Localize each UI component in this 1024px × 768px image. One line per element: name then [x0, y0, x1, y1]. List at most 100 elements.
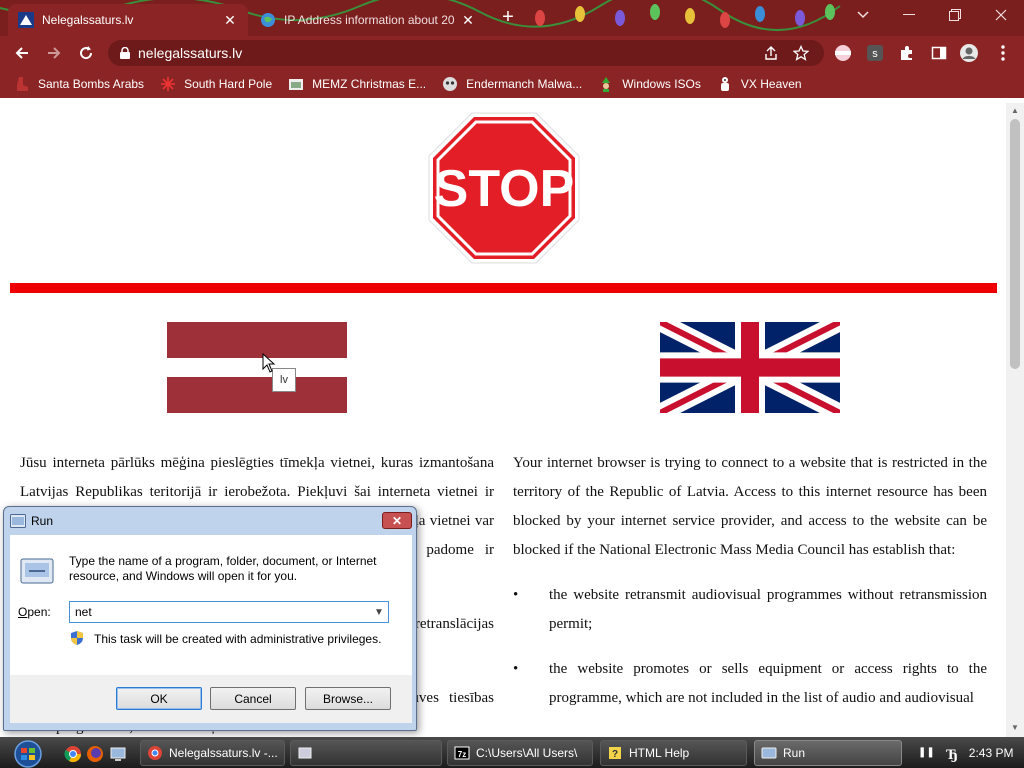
- bullet-mark: •: [513, 661, 519, 677]
- open-combobox[interactable]: net ▼: [69, 601, 389, 623]
- stop-sign: STOP: [428, 112, 580, 264]
- run-icon: [761, 747, 777, 759]
- menu-kebab-icon[interactable]: [992, 42, 1014, 64]
- start-orb-icon[interactable]: [10, 740, 46, 768]
- taskbar-item-run[interactable]: Run: [754, 740, 902, 766]
- computer-quicklaunch-icon[interactable]: [109, 745, 127, 763]
- skull-icon: [443, 77, 458, 91]
- browse-button[interactable]: Browse...: [305, 687, 391, 710]
- svg-text:Ђ: Ђ: [946, 747, 958, 762]
- chrome-icon: [148, 746, 162, 760]
- red-divider: [10, 283, 997, 293]
- scrollbar-thumb[interactable]: [1010, 119, 1020, 369]
- clock[interactable]: 2:43 PM: [969, 746, 1014, 760]
- chevron-down-icon[interactable]: ▼: [370, 607, 388, 618]
- bookmark-star-icon[interactable]: [790, 42, 812, 64]
- taskbar-item-label: Nelegalssaturs.lv -...: [169, 746, 278, 760]
- run-dialog-titlebar[interactable]: Run ✕: [4, 507, 416, 535]
- taskbar-item-html-help[interactable]: ? HTML Help: [600, 740, 747, 766]
- taskbar-item-label: C:\Users\All Users\: [476, 746, 578, 760]
- bookmark-memz-christmas[interactable]: MEMZ Christmas E...: [288, 76, 426, 92]
- tab-title: IP Address information about 20: [284, 13, 454, 27]
- tab-strip: Nelegalssaturs.lv ✕ IP Address informati…: [0, 0, 1024, 36]
- open-label-accelerator: O: [18, 605, 28, 619]
- gingerbread-icon: [720, 77, 729, 91]
- taskbar-item-label: Run: [783, 746, 806, 760]
- en-bullet-text: the website retransmit audiovisual progr…: [549, 587, 987, 632]
- bookmark-label: Windows ISOs: [622, 77, 701, 91]
- open-input-value[interactable]: net: [70, 605, 370, 619]
- scroll-down-arrow-icon[interactable]: ▼: [1010, 723, 1020, 733]
- bookmark-label: South Hard Pole: [184, 77, 273, 91]
- firefox-quicklaunch-icon[interactable]: [86, 745, 104, 763]
- mouse-cursor-icon: [262, 353, 276, 373]
- bookmark-santa-bombs-arabs[interactable]: Santa Bombs Arabs: [14, 76, 144, 92]
- open-label: Open:: [18, 605, 51, 619]
- close-tab-icon[interactable]: ✕: [222, 12, 238, 29]
- en-bullet-2: • the website promotes or sells equipmen…: [513, 655, 987, 713]
- ok-button[interactable]: OK: [116, 687, 202, 710]
- bookmark-label: Endermanch Malwa...: [466, 77, 583, 91]
- run-dialog: Run ✕ Type the name of a program, folder…: [3, 506, 417, 731]
- taskbar-item-7zip[interactable]: 7z C:\Users\All Users\: [447, 740, 593, 766]
- bookmark-south-hard-pole[interactable]: South Hard Pole: [160, 76, 272, 92]
- new-tab-icon[interactable]: +: [497, 7, 519, 29]
- close-window-icon[interactable]: [978, 0, 1024, 30]
- extensions-puzzle-icon[interactable]: [896, 42, 918, 64]
- side-panel-icon[interactable]: [928, 42, 950, 64]
- site-favicon: [18, 12, 34, 28]
- run-program-icon: [20, 558, 54, 584]
- svg-text:s: s: [872, 48, 878, 60]
- sevenzip-icon: 7z: [454, 746, 470, 760]
- bullet-mark: •: [513, 587, 519, 603]
- run-description: Type the name of a program, folder, docu…: [69, 554, 377, 583]
- minimize-icon[interactable]: [886, 0, 932, 30]
- taskbar-item-label: HTML Help: [629, 746, 690, 760]
- admin-privileges-note: This task will be created with administr…: [94, 632, 382, 646]
- restore-icon[interactable]: [932, 0, 978, 30]
- run-dialog-body: Type the name of a program, folder, docu…: [10, 535, 412, 695]
- tab-nelegalssaturs[interactable]: Nelegalssaturs.lv ✕: [8, 4, 248, 36]
- cancel-button[interactable]: Cancel: [210, 687, 296, 710]
- english-text-column: Your internet browser is trying to conne…: [513, 449, 987, 713]
- bookmark-label: MEMZ Christmas E...: [312, 77, 427, 91]
- share-icon[interactable]: [760, 42, 782, 64]
- en-paragraph: Your internet browser is trying to conne…: [513, 455, 987, 558]
- forward-arrow-icon[interactable]: [42, 41, 66, 65]
- run-small-icon: [10, 514, 26, 528]
- uk-flag-link[interactable]: [660, 322, 840, 413]
- profile-avatar-icon[interactable]: [958, 42, 980, 64]
- chrome-quicklaunch-icon[interactable]: [64, 745, 82, 763]
- back-arrow-icon[interactable]: [10, 41, 34, 65]
- run-dialog-title: Run: [31, 514, 54, 528]
- scroll-up-arrow-icon[interactable]: ▲: [1010, 106, 1020, 116]
- open-label-text: pen:: [27, 605, 51, 619]
- run-dialog-footer: OK Cancel Browse...: [10, 675, 412, 723]
- tray-app-icon[interactable]: Ђ: [943, 744, 961, 762]
- latvian-flag-link[interactable]: [167, 322, 347, 413]
- svg-text:7z: 7z: [458, 750, 466, 759]
- boot-icon: [17, 77, 28, 91]
- close-tab-icon[interactable]: ✕: [460, 12, 476, 29]
- show-hidden-icons-icon[interactable]: ❚❚: [918, 747, 935, 758]
- lock-icon[interactable]: [120, 47, 130, 59]
- extension-s-icon[interactable]: s: [864, 42, 886, 64]
- run-close-icon[interactable]: ✕: [382, 512, 412, 529]
- bookmark-endermanch-malware[interactable]: Endermanch Malwa...: [442, 76, 582, 92]
- gift-icon: [289, 79, 304, 90]
- uac-shield-icon: [71, 631, 83, 645]
- en-bullet-text: the website promotes or sells equipment …: [549, 661, 987, 706]
- bookmark-vx-heaven[interactable]: VX Heaven: [717, 76, 802, 92]
- tab-ip-info[interactable]: IP Address information about 20 ✕: [250, 4, 486, 36]
- page-scrollbar[interactable]: ▲ ▼: [1006, 103, 1024, 737]
- bookmark-windows-isos[interactable]: Windows ISOs: [598, 76, 701, 92]
- reload-icon[interactable]: [74, 41, 98, 65]
- en-bullet-1: • the website retransmit audiovisual pro…: [513, 581, 987, 639]
- taskbar-item-chrome[interactable]: Nelegalssaturs.lv -...: [140, 740, 285, 766]
- bookmark-label: Santa Bombs Arabs: [38, 77, 145, 91]
- tab-search-chevron-icon[interactable]: [840, 0, 886, 30]
- help-icon: ?: [609, 747, 621, 760]
- address-bar[interactable]: nelegalssaturs.lv: [108, 40, 824, 66]
- taskbar-item-window[interactable]: [290, 740, 442, 766]
- extension-flag-icon[interactable]: [832, 42, 854, 64]
